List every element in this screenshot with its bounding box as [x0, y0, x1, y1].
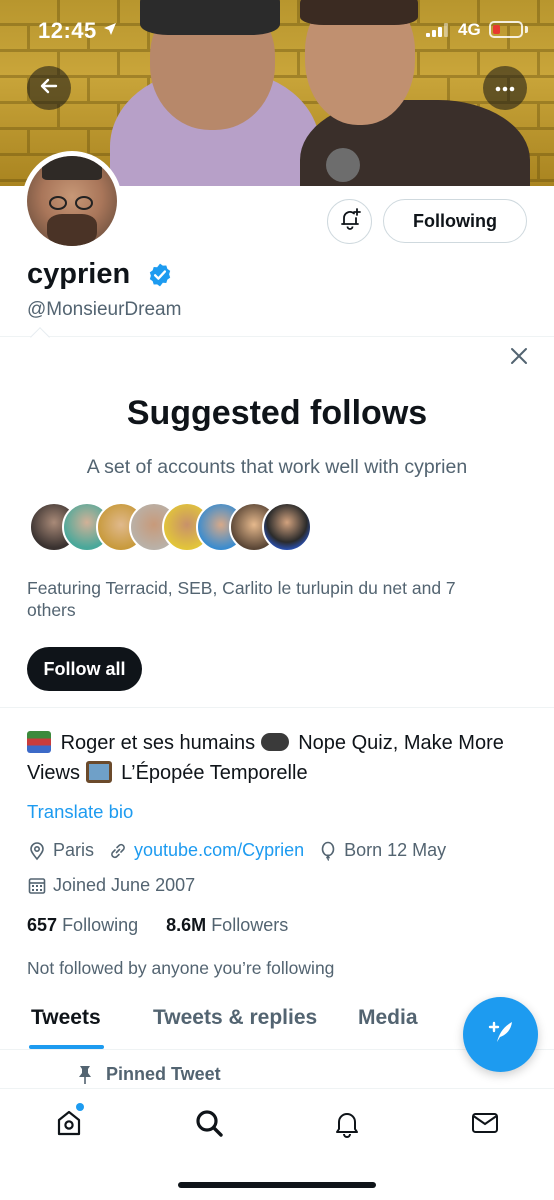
back-button[interactable]	[27, 66, 71, 110]
location-icon	[27, 841, 47, 861]
profile-bio: Roger et ses humains Nope Quiz, Make Mor…	[27, 728, 537, 788]
location-arrow-icon	[103, 22, 117, 41]
battery-icon	[489, 21, 523, 38]
link-icon	[108, 841, 128, 861]
game-controller-icon	[260, 733, 289, 751]
brick	[540, 156, 554, 179]
more-button[interactable]	[483, 66, 527, 110]
home-indicator	[178, 1182, 376, 1188]
profile-joined: Joined June 2007	[53, 875, 196, 895]
books-icon	[27, 731, 51, 753]
brick	[60, 104, 120, 127]
following-count-link[interactable]: 657 Following	[27, 915, 138, 935]
bio-part: Roger et ses humains	[60, 732, 256, 754]
balloon-icon	[318, 841, 338, 861]
followers-count-link[interactable]: 8.6M Followers	[166, 915, 288, 935]
battery-tip	[525, 26, 528, 33]
divider	[0, 336, 554, 337]
notifications-icon	[332, 1108, 362, 1143]
suggested-avatar	[262, 502, 312, 552]
follow-all-button[interactable]: Follow all	[27, 647, 142, 691]
television-icon	[85, 761, 112, 783]
tab-media[interactable]: Media	[358, 1006, 418, 1030]
brick	[0, 130, 30, 153]
suggested-title: Suggested follows	[126, 394, 428, 432]
followers-label: Followers	[211, 915, 289, 935]
follow-counts: 657 Following 8.6M Followers	[27, 915, 288, 936]
tab-tweets-replies[interactable]: Tweets & replies	[153, 1006, 317, 1030]
brick	[0, 78, 30, 101]
notify-button[interactable]	[327, 199, 372, 244]
more-icon	[495, 79, 515, 97]
bio-part: L’Épopée Temporelle	[121, 762, 308, 784]
translate-bio-link[interactable]: Translate bio	[27, 801, 133, 823]
home-notification-dot	[76, 1103, 84, 1111]
back-arrow-icon	[39, 76, 59, 101]
profile-meta-row: Paris youtube.com/Cyprien Born 12 May	[27, 840, 446, 861]
suggested-featuring: Featuring Terracid, SEB, Carlito le turl…	[27, 578, 456, 620]
profile-website-link[interactable]: youtube.com/Cyprien	[134, 840, 304, 861]
search-icon	[194, 1108, 224, 1143]
followers-count: 8.6M	[166, 915, 207, 935]
signal-icon	[426, 23, 448, 42]
following-label: Following	[62, 915, 139, 935]
profile-handle: @MonsieurDream	[27, 299, 182, 320]
compose-icon	[485, 1016, 517, 1053]
profile-born: Born 12 May	[344, 840, 447, 860]
brick	[30, 130, 90, 153]
nav-home[interactable]	[51, 1107, 87, 1143]
divider	[0, 707, 554, 708]
close-icon[interactable]	[508, 345, 530, 372]
banner-microphone	[326, 148, 360, 182]
status-bar: 12:45 4G	[0, 0, 554, 60]
following-button[interactable]: Following	[383, 199, 527, 243]
pinned-tweet-header: Pinned Tweet	[79, 1064, 221, 1085]
network-type: 4G	[458, 20, 481, 39]
nav-messages[interactable]	[467, 1107, 503, 1143]
nav-notifications[interactable]	[329, 1107, 365, 1143]
suggested-avatars[interactable]	[29, 502, 329, 554]
profile-name: cyprien	[27, 258, 131, 290]
profile-avatar[interactable]	[22, 151, 122, 251]
nav-search[interactable]	[191, 1107, 227, 1143]
messages-icon	[470, 1108, 500, 1143]
home-icon	[54, 1108, 84, 1143]
suggested-caret	[30, 327, 50, 347]
following-count: 657	[27, 915, 58, 935]
followed-by-text: Not followed by anyone you’re following	[27, 958, 335, 978]
verified-icon	[147, 262, 173, 293]
profile-location: Paris	[53, 840, 95, 860]
suggested-subtitle: A set of accounts that work well with cy…	[86, 456, 468, 478]
pinned-label: Pinned Tweet	[106, 1064, 221, 1084]
status-time: 12:45	[38, 18, 97, 43]
avatar-photo	[27, 156, 117, 246]
compose-tweet-button[interactable]	[463, 997, 538, 1072]
profile-joined-row: Joined June 2007	[27, 875, 195, 896]
brick	[540, 104, 554, 127]
bell-plus-icon	[338, 207, 362, 236]
tab-tweets[interactable]: Tweets	[31, 1006, 101, 1030]
calendar-icon	[27, 876, 47, 896]
pin-icon	[76, 1065, 94, 1085]
